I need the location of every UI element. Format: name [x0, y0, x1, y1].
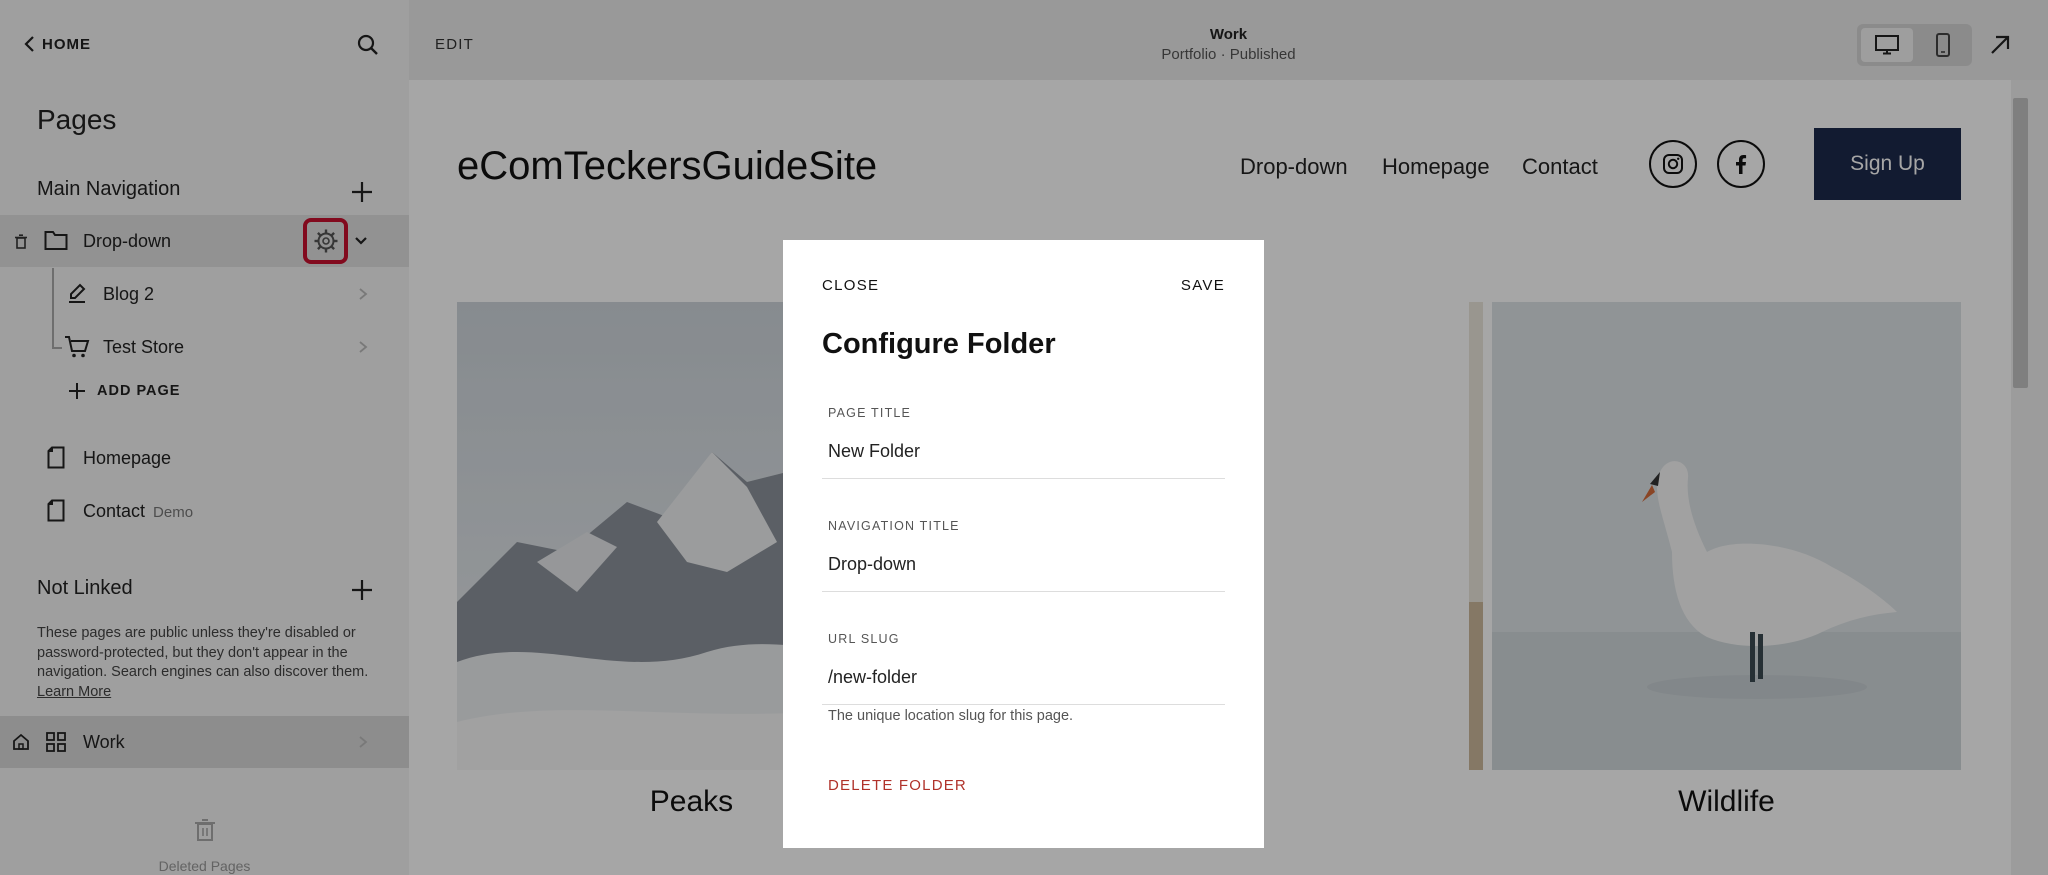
navigation-title-field[interactable]: NAVIGATION TITLE Drop-down: [822, 510, 1225, 592]
save-button[interactable]: SAVE: [1181, 277, 1225, 294]
delete-folder-button[interactable]: DELETE FOLDER: [828, 777, 967, 794]
navigation-title-input[interactable]: Drop-down: [828, 554, 916, 575]
page-title-input[interactable]: New Folder: [828, 441, 920, 462]
page-title-field[interactable]: PAGE TITLE New Folder: [822, 397, 1225, 479]
page-title-label: PAGE TITLE: [828, 406, 912, 420]
url-slug-help: The unique location slug for this page.: [828, 708, 1074, 724]
configure-folder-dialog: CLOSE SAVE Configure Folder PAGE TITLE N…: [783, 240, 1264, 848]
close-button[interactable]: CLOSE: [822, 277, 879, 294]
dialog-title: Configure Folder: [822, 328, 1056, 360]
navigation-title-label: NAVIGATION TITLE: [828, 519, 960, 533]
url-slug-field[interactable]: URL SLUG /new-folder: [822, 623, 1225, 705]
url-slug-label: URL SLUG: [828, 632, 900, 646]
url-slug-input[interactable]: /new-folder: [828, 667, 917, 688]
